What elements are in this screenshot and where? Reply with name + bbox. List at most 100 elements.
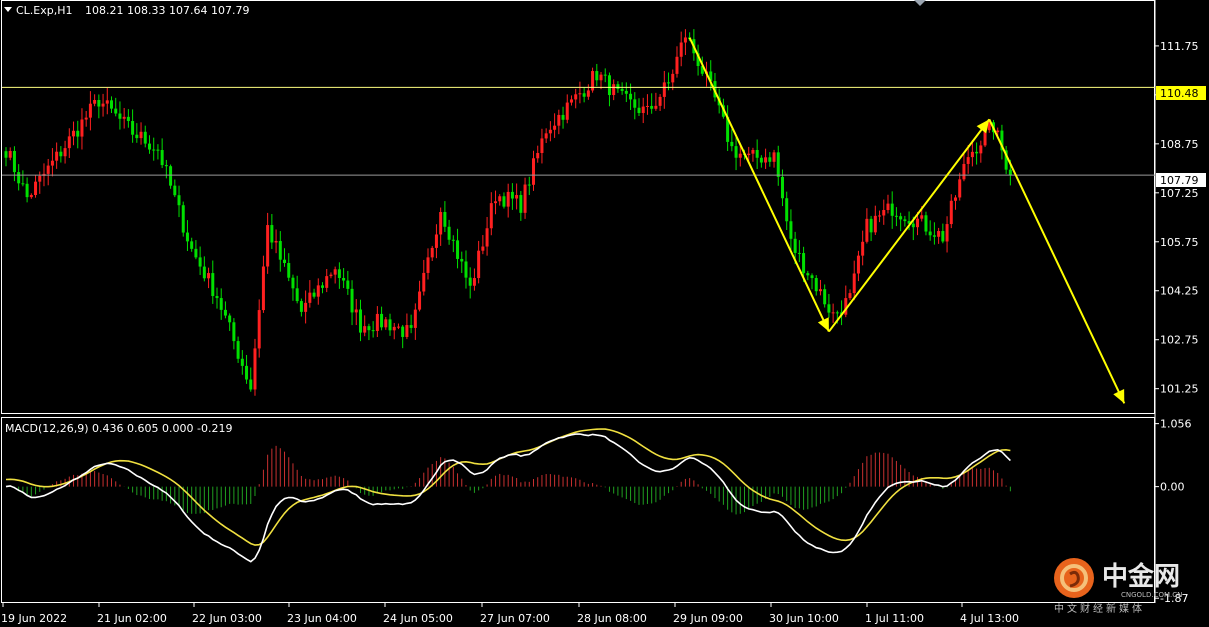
candle-body [76, 130, 80, 137]
candle-body [447, 226, 451, 240]
candle-body [814, 278, 818, 292]
candle-body [683, 37, 687, 43]
candle-body [215, 296, 219, 299]
candle-body [232, 322, 236, 342]
candle-body [641, 106, 645, 113]
candle-body [401, 326, 405, 337]
candle-body [160, 150, 164, 166]
candle-body [164, 165, 168, 167]
candle-body [337, 269, 341, 279]
price-tick-label: 107.25 [1160, 187, 1199, 200]
candle-body [768, 157, 772, 162]
candle-body [772, 152, 776, 162]
candle-body [831, 312, 835, 314]
candle-body [101, 103, 105, 107]
candle-body [506, 191, 510, 207]
candle-body [603, 74, 607, 76]
candle-body [515, 195, 519, 199]
candle-body [46, 165, 50, 174]
chart-canvas[interactable]: 111.75110.25108.75107.25105.75104.25102.… [0, 0, 1209, 627]
candle-body [629, 93, 633, 100]
candle-body [548, 129, 552, 134]
candle-body [540, 138, 544, 154]
candle-body [118, 113, 122, 119]
symbol-timeframe: CL.Exp,H1 [16, 4, 73, 17]
candle-body [928, 231, 932, 236]
cngold-watermark: 中金网 CNGOLD.COM.CN 中文财经新媒体 [1054, 558, 1182, 615]
candle-body [304, 302, 308, 312]
candle-body [434, 234, 438, 248]
candle-body [139, 131, 143, 139]
candle-body [202, 266, 206, 279]
candle-body [59, 151, 63, 157]
candle-body [375, 313, 379, 331]
candle-body [624, 90, 628, 94]
time-tick-label: 22 Jun 03:00 [192, 612, 262, 625]
candle-body [595, 71, 599, 81]
time-tick-label: 21 Jun 02:00 [97, 612, 167, 625]
forecast-arrow-head [976, 119, 990, 134]
candle-body [932, 235, 936, 237]
candle-body [25, 183, 29, 198]
time-tick-label: 30 Jun 10:00 [769, 612, 839, 625]
candle-body [645, 105, 649, 107]
candle-body [38, 175, 42, 182]
candle-body [489, 203, 493, 229]
candle-body [464, 261, 468, 278]
candle-body [607, 75, 611, 96]
candle-body [270, 225, 274, 243]
candle-body [861, 241, 865, 256]
candle-body [878, 215, 882, 217]
candle-body [380, 313, 384, 328]
candle-body [658, 96, 662, 106]
candle-body [599, 74, 603, 81]
symbol-dropdown-icon[interactable] [4, 7, 12, 12]
candle-body [34, 181, 38, 196]
candle-body [996, 130, 1000, 133]
candle-body [308, 292, 312, 303]
shift-marker-icon[interactable] [914, 0, 926, 6]
candle-body [177, 195, 181, 206]
candle-body [29, 195, 33, 198]
candle-body [557, 114, 561, 126]
candle-body [561, 114, 565, 120]
candle-body [827, 304, 831, 313]
candle-body [198, 257, 202, 267]
candle-body [240, 358, 244, 366]
candle-body [88, 103, 92, 118]
candle-body [443, 212, 447, 227]
candle-body [544, 133, 548, 139]
candle-body [350, 288, 354, 313]
candle-body [316, 285, 320, 297]
candle-body [494, 201, 498, 204]
candle-body [110, 100, 113, 109]
candle-body [367, 326, 371, 331]
candle-body [1008, 169, 1012, 176]
candle-body [747, 153, 751, 156]
candle-body [181, 205, 185, 233]
price-tick-label: 102.75 [1160, 334, 1199, 347]
candle-body [802, 253, 806, 274]
candle-body [84, 117, 88, 120]
candle-body [135, 134, 139, 139]
candle-body [633, 99, 637, 108]
candle-body [312, 292, 316, 297]
watermark-caption: 中文财经新媒体 [1054, 602, 1145, 615]
candle-body [80, 119, 84, 137]
candle-body [12, 150, 16, 173]
candle-body [291, 277, 295, 289]
candle-body [384, 319, 388, 328]
candle-body [21, 183, 25, 185]
candle-body [899, 216, 903, 220]
candle-body [671, 73, 675, 83]
candle-body [122, 116, 126, 119]
candle-body [856, 255, 860, 274]
forecast-arrow-line [988, 118, 1126, 404]
candle-body [194, 248, 198, 258]
candle-body [63, 148, 67, 157]
candle-body [396, 326, 400, 328]
macd-panel-frame [1, 417, 1155, 603]
candle-body [342, 278, 346, 281]
candle-body [152, 149, 156, 151]
candle-body [72, 130, 76, 137]
